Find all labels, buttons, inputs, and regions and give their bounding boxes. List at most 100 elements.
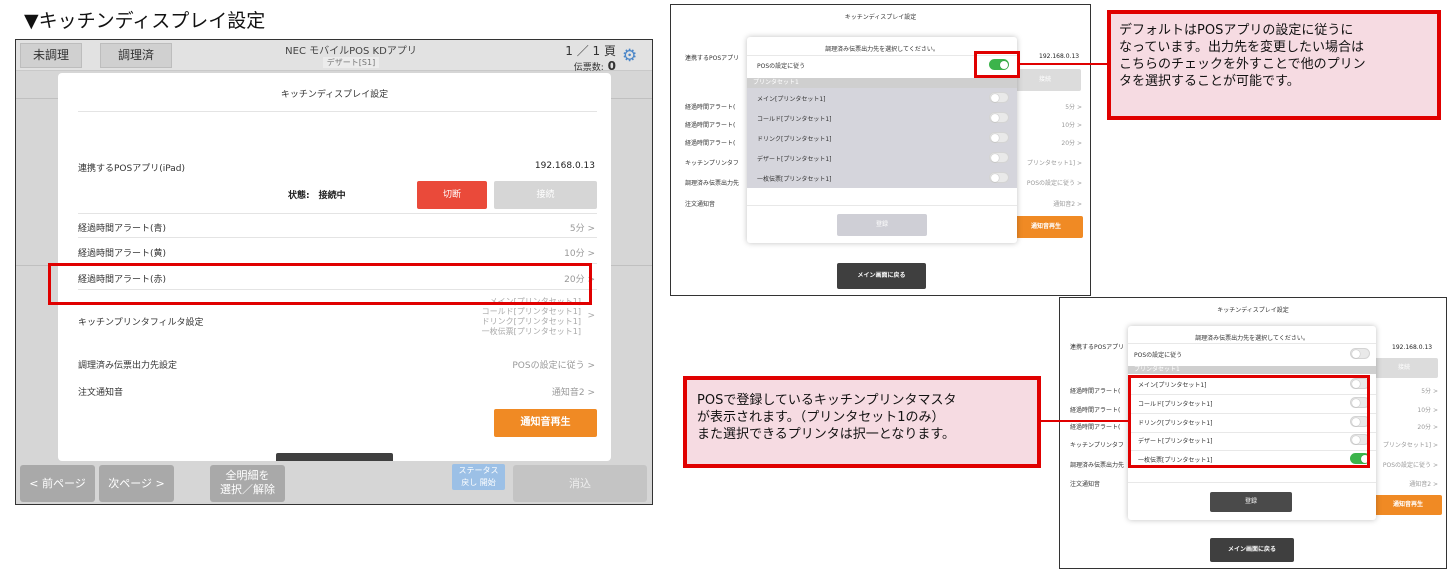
- app-name: NEC モバイルPOS KDアプリ: [285, 46, 417, 57]
- bottom-bar: < 前ページ 次ページ > 全明細を 選択／解除 ステータス 戻し 開始 消込: [16, 461, 652, 504]
- output-setting-value[interactable]: POSの設定に従う >: [512, 358, 595, 371]
- app-subtitle: デザート[S1]: [322, 57, 380, 68]
- screen-title: キッチンディスプレイ設定: [844, 14, 917, 21]
- play-notify-button[interactable]: 通知音再生: [1009, 216, 1083, 238]
- alert-label[interactable]: 経過時間アラート(: [685, 120, 735, 129]
- divider: [1128, 343, 1376, 344]
- top-bar: 未調理 調理済 NEC モバイルPOS KDアプリ デザート[S1] 1 ／ 1…: [16, 40, 652, 73]
- play-notify-button[interactable]: 通知音再生: [1374, 495, 1442, 515]
- chevron-right-icon: >: [587, 311, 595, 321]
- alert-label[interactable]: 経過時間アラート(: [685, 102, 735, 111]
- printer-option[interactable]: ドリンク[プリンタセット1]: [757, 134, 832, 143]
- connect-button[interactable]: 接続: [494, 181, 597, 209]
- register-button[interactable]: 登録: [837, 214, 927, 236]
- linked-pos-label: 連携するPOSアプリ: [1070, 344, 1125, 351]
- back-to-main-button[interactable]: メイン画面に戻る: [1210, 538, 1294, 562]
- output-setting-label[interactable]: 調理済み伝票出力先: [1070, 460, 1124, 469]
- play-notify-button[interactable]: 通知音再生: [494, 409, 597, 437]
- connector-line: [1040, 420, 1128, 422]
- callout-line: こちらのチェックを外すことで他のプリン: [1119, 57, 1366, 72]
- notify-sound-label[interactable]: 注文通知音: [1070, 479, 1100, 488]
- follow-pos-toggle[interactable]: [1350, 348, 1370, 359]
- tab-cooked[interactable]: 調理済: [100, 43, 172, 68]
- alert-label[interactable]: 経過時間アラート(: [1070, 422, 1120, 431]
- alert-value[interactable]: 20分 >: [1061, 138, 1082, 147]
- alert-yellow-value[interactable]: 10分 >: [564, 246, 595, 259]
- alert-value[interactable]: 20分 >: [1417, 422, 1438, 431]
- output-setting-value[interactable]: POSの設定に従う >: [1383, 460, 1438, 469]
- notify-sound-label[interactable]: 注文通知音: [685, 199, 715, 208]
- printer-option[interactable]: コールド[プリンタセット1]: [757, 114, 832, 123]
- alert-label[interactable]: 経過時間アラート(: [1070, 405, 1120, 414]
- callout-line: POSで登録しているキッチンプリンタマスタ: [697, 393, 957, 408]
- output-setting-label[interactable]: 調理済み伝票出力先設定: [78, 358, 177, 371]
- register-button[interactable]: 登録: [1210, 492, 1292, 512]
- callout-printer-master: POSで登録しているキッチンプリンタマスタ が表示されます。（プリンタセット1の…: [683, 376, 1041, 468]
- linked-pos-ip: 192.168.0.13: [1039, 53, 1080, 60]
- alert-blue-label[interactable]: 経過時間アラート(青): [78, 221, 166, 234]
- printer-filter-value[interactable]: プリンタセット1] >: [1027, 158, 1082, 167]
- divider: [78, 213, 597, 214]
- printer-set-section: プリンタセット1: [1128, 366, 1376, 374]
- connect-button[interactable]: 接続: [1370, 358, 1438, 378]
- clear-button[interactable]: 消込: [513, 465, 647, 502]
- alert-label[interactable]: 経過時間アラート(: [1070, 386, 1120, 395]
- alert-value[interactable]: 5分 >: [1065, 102, 1082, 111]
- filter-value: コールド[プリンタセット1]: [481, 307, 581, 316]
- disconnect-button[interactable]: 切断: [417, 181, 487, 209]
- printer-option[interactable]: 一枚伝票[プリンタセット1]: [757, 174, 832, 183]
- printer-option[interactable]: メイン[プリンタセット1]: [757, 94, 826, 103]
- linked-pos-label: 連携するPOSアプリ(iPad): [78, 164, 185, 174]
- back-to-main-button[interactable]: メイン画面に戻る: [837, 263, 926, 289]
- callout-line: が表示されます。（プリンタセット1のみ）: [697, 410, 945, 425]
- alert-blue-value[interactable]: 5分 >: [570, 221, 595, 234]
- output-dialog-screen-default: キッチンディスプレイ設定 連携するPOSアプリ 192.168.0.13 接続 …: [670, 4, 1091, 296]
- printer-toggle[interactable]: [989, 172, 1009, 183]
- printer-option[interactable]: デザート[プリンタセット1]: [757, 154, 832, 163]
- prev-page-button[interactable]: < 前ページ: [20, 465, 95, 502]
- toggle-highlight: [974, 51, 1020, 78]
- slip-count: 0: [607, 59, 616, 73]
- printer-filter-label[interactable]: キッチンプリンタフィルタ設定: [78, 315, 204, 328]
- alert-value[interactable]: 10分 >: [1061, 120, 1082, 129]
- connection-status: 状態: 接続中: [288, 188, 346, 201]
- notify-sound-label[interactable]: 注文通知音: [78, 385, 123, 398]
- page-info: 1 ／ 1 頁 伝票数: 0: [536, 42, 616, 73]
- dialog-header: 調理済み伝票出力先を選択してください。: [1195, 335, 1309, 342]
- output-setting-label[interactable]: 調理済み伝票出力先: [685, 178, 739, 187]
- notify-sound-value[interactable]: 通知音2 >: [552, 385, 595, 398]
- notify-sound-value[interactable]: 通知音2 >: [1053, 199, 1082, 208]
- status-label: 状態:: [288, 191, 310, 201]
- status-revert-button[interactable]: ステータス 戻し 開始: [452, 464, 505, 490]
- printer-filter-value[interactable]: プリンタセット1] >: [1383, 440, 1438, 449]
- next-page-button[interactable]: 次ページ >: [99, 465, 174, 502]
- alert-yellow-label[interactable]: 経過時間アラート(黄): [78, 246, 166, 259]
- callout-line: タを選択することが可能です。: [1119, 74, 1300, 89]
- printer-filter-label[interactable]: キッチンプリンタフ: [1070, 440, 1124, 449]
- printer-toggle[interactable]: [989, 132, 1009, 143]
- callout-line: また選択できるプリンタは択一となります。: [697, 427, 956, 442]
- divider: [78, 111, 597, 112]
- alert-value[interactable]: 10分 >: [1417, 405, 1438, 414]
- filter-value: 一枚伝票[プリンタセット1]: [481, 327, 581, 336]
- output-setting-value[interactable]: POSの設定に従う >: [1027, 178, 1082, 187]
- linked-pos-ip: 192.168.0.13: [1392, 344, 1433, 351]
- notify-sound-value[interactable]: 通知音2 >: [1409, 479, 1438, 488]
- modal-title: キッチンディスプレイ設定: [280, 90, 389, 100]
- app-title: NEC モバイルPOS KDアプリ デザート[S1]: [236, 42, 466, 68]
- select-all-button[interactable]: 全明細を 選択／解除: [210, 465, 285, 502]
- printer-toggle[interactable]: [989, 112, 1009, 123]
- divider: [747, 205, 1017, 206]
- select-all-line1: 全明細を: [225, 469, 270, 482]
- linked-pos-ip: 192.168.0.13: [534, 161, 595, 171]
- printer-filter-label[interactable]: キッチンプリンタフ: [685, 158, 739, 167]
- printer-list-highlight: [1128, 375, 1370, 468]
- tab-uncooked[interactable]: 未調理: [20, 43, 82, 68]
- printer-toggle[interactable]: [989, 92, 1009, 103]
- alert-value[interactable]: 5分 >: [1421, 386, 1438, 395]
- gear-icon[interactable]: ⚙: [622, 46, 637, 66]
- alert-label[interactable]: 経過時間アラート(: [685, 138, 735, 147]
- page-counter: 1 ／ 1 頁: [565, 44, 616, 58]
- printer-toggle[interactable]: [989, 152, 1009, 163]
- follow-pos-label: POSの設定に従う: [757, 63, 806, 70]
